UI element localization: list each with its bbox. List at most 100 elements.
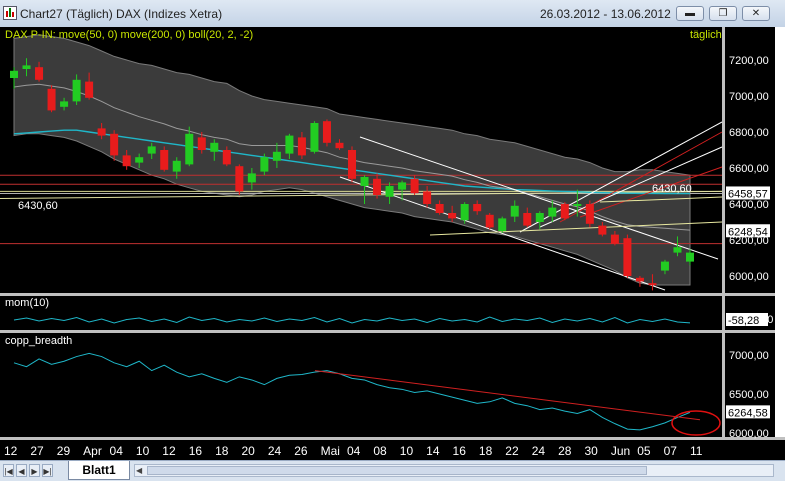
candle-body: [360, 177, 369, 186]
candle-body: [97, 128, 106, 136]
candle-body: [635, 277, 644, 282]
candle-body: [585, 204, 594, 224]
candle-body: [498, 218, 507, 231]
candle-body: [185, 133, 194, 165]
x-tick-label: 08: [373, 444, 387, 458]
first-sheet-button[interactable]: |◀: [3, 464, 14, 477]
candle-body: [160, 150, 169, 170]
x-tick-label: 24: [268, 444, 282, 458]
price-tick-label: 6000,00: [729, 271, 769, 283]
panel-divider-1: [0, 293, 785, 296]
x-tick-label: Mai: [321, 444, 340, 458]
last-sheet-button[interactable]: ▶|: [42, 464, 53, 477]
price-marker-label: 6248,54: [728, 226, 768, 238]
x-tick-label: 22: [505, 444, 519, 458]
candle-body: [410, 178, 419, 194]
scroll-left-icon[interactable]: ◀: [136, 465, 142, 476]
momentum-y-axis: 0,00-58,28: [726, 313, 773, 327]
candle-body: [398, 182, 407, 190]
y-axis-separator: [722, 27, 725, 437]
candle-body: [523, 213, 532, 226]
x-tick-label: 10: [400, 444, 414, 458]
candle-body: [22, 65, 31, 69]
candle-body: [322, 121, 331, 143]
x-tick-label: 04: [110, 444, 124, 458]
price-tick-label: 6800,00: [729, 127, 769, 139]
sheet-bar: |◀ ◀ ▶ ▶| Blatt1 ◀: [0, 460, 785, 481]
period-label: täglich: [690, 29, 722, 41]
next-sheet-button[interactable]: ▶: [29, 464, 40, 477]
candle-body: [623, 238, 632, 276]
candle-body: [535, 213, 544, 222]
chart-area[interactable]: DAX P-IN: move(50, 0) move(200, 0) boll(…: [0, 27, 785, 460]
candle-body: [673, 247, 682, 253]
price-panel-label: DAX P-IN: move(50, 0) move(200, 0) boll(…: [5, 29, 253, 41]
close-icon[interactable]: ✕: [742, 6, 770, 21]
candle-body: [297, 137, 306, 156]
x-tick-label: 12: [4, 444, 18, 458]
x-tick-label: 14: [426, 444, 440, 458]
minimize-icon[interactable]: ▬: [676, 6, 704, 21]
x-tick-label: 29: [57, 444, 71, 458]
scroll-thumb[interactable]: [147, 466, 647, 475]
date-range: 26.03.2012 - 13.06.2012: [540, 7, 671, 21]
candle-body: [122, 155, 131, 167]
x-tick-label: Apr: [83, 444, 102, 458]
candle-body: [310, 123, 319, 152]
candle-body: [335, 142, 344, 149]
breadth-panel-label: copp_breadth: [5, 335, 72, 347]
candle-body: [172, 160, 181, 172]
chart-app-icon: [3, 6, 17, 20]
breadth-tick-label: 7000,00: [729, 350, 769, 362]
restore-icon[interactable]: ❐: [709, 6, 737, 21]
horizontal-scrollbar[interactable]: ◀: [134, 464, 774, 477]
candle-body: [10, 70, 18, 78]
level-label-left: 6430,60: [18, 200, 58, 212]
panel-divider-2: [0, 330, 785, 333]
candle-body: [573, 204, 582, 206]
x-tick-label: 04: [347, 444, 361, 458]
sheet-tab-blatt1[interactable]: Blatt1: [68, 461, 130, 480]
price-tick-label: 6400,00: [729, 199, 769, 211]
candle-body: [598, 225, 607, 235]
candle-body: [448, 213, 457, 219]
x-tick-label: 10: [136, 444, 150, 458]
candle-body: [560, 204, 569, 219]
candle-body: [510, 205, 519, 217]
x-tick-label: 26: [294, 444, 308, 458]
candle-body: [222, 150, 231, 165]
x-tick-label: 24: [532, 444, 546, 458]
x-tick-label: 12: [162, 444, 176, 458]
candle-body: [247, 173, 256, 183]
breadth-tick-label: 6000,00: [729, 428, 769, 440]
candle-body: [548, 207, 557, 217]
candle-body: [197, 137, 206, 150]
candle-body: [686, 252, 694, 262]
candle-body: [423, 191, 432, 204]
price-tick-label: 7200,00: [729, 55, 769, 67]
candle-body: [285, 135, 294, 154]
candle-body: [235, 166, 244, 192]
candle-body: [385, 186, 394, 197]
candle-body: [660, 261, 669, 271]
candle-body: [60, 101, 69, 107]
prev-sheet-button[interactable]: ◀: [16, 464, 27, 477]
window-title: Chart27 (Täglich) DAX (Indizes Xetra): [20, 7, 223, 21]
x-tick-label: 05: [637, 444, 651, 458]
x-tick-label: 18: [479, 444, 493, 458]
candle-body: [85, 81, 94, 98]
x-tick-label: 27: [30, 444, 44, 458]
candle-body: [110, 133, 119, 156]
candle-body: [610, 234, 619, 244]
candle-body: [147, 146, 156, 154]
candle-body: [648, 283, 657, 286]
x-tick-label: Jun: [611, 444, 630, 458]
candle-body: [210, 142, 219, 152]
candle-body: [135, 157, 144, 163]
price-tick-label: 6600,00: [729, 163, 769, 175]
candle-body: [272, 151, 281, 161]
candle-body: [473, 204, 482, 212]
right-scroll-strip[interactable]: [775, 27, 785, 437]
candle-body: [348, 150, 356, 179]
x-tick-label: 16: [189, 444, 203, 458]
